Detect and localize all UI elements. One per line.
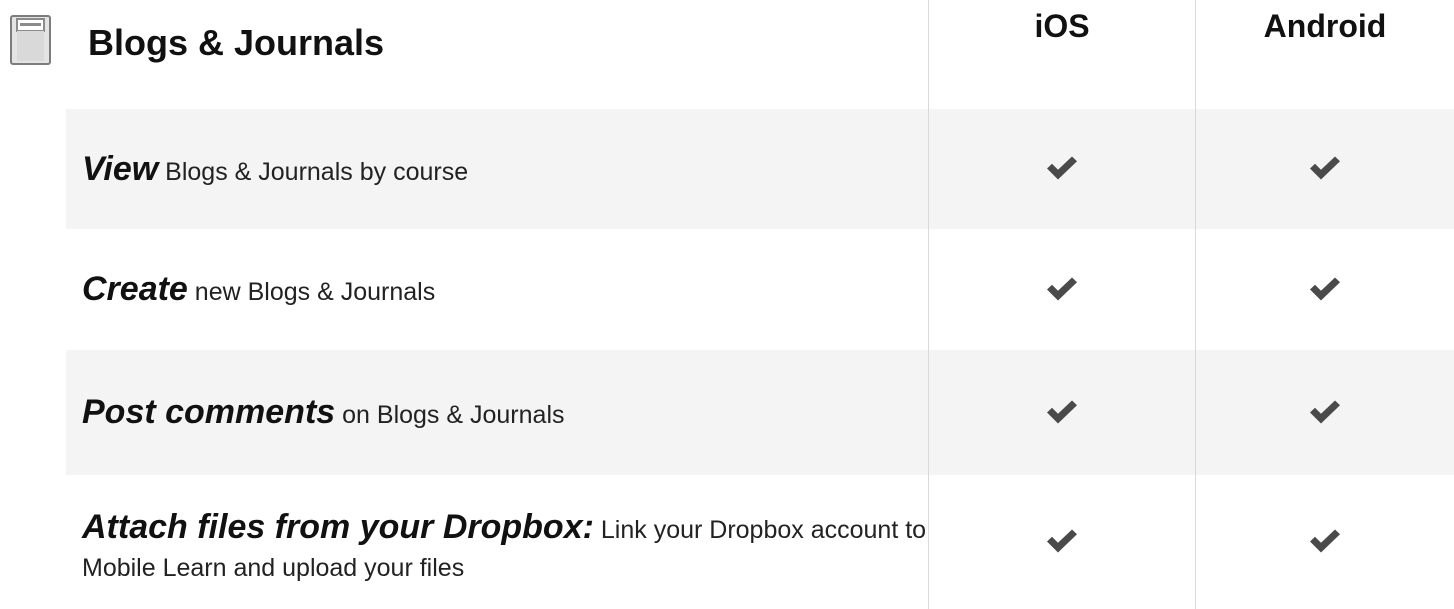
feature-description: new Blogs & Journals [194,278,436,307]
checkmark-icon [1310,156,1340,180]
android-support-cell [1196,350,1454,475]
feature-description: Blogs & Journals by course [165,157,469,186]
checkmark-icon [1310,400,1340,423]
android-support-cell [1196,229,1454,350]
page-title: Blogs & Journals [88,22,385,63]
checkmark-icon [1047,529,1077,553]
ios-support-cell [929,475,1195,609]
feature-cell: View Blogs & Journals by course [82,109,928,229]
feature-action: View [82,149,159,188]
checkmark-icon [1047,400,1077,423]
table-row: View Blogs & Journals by course [66,109,1454,229]
ios-support-cell [929,229,1195,350]
ios-support-cell [929,109,1195,229]
notebook-icon [9,15,52,65]
table-row: Post comments on Blogs & Journals [66,350,1454,475]
feature-text: View Blogs & Journals by course [82,145,468,193]
checkmark-icon [1047,156,1077,180]
feature-description: on Blogs & Journals [342,401,565,430]
feature-action: Post comments [82,393,336,432]
android-column-divider [1195,0,1196,609]
table-row: Attach files from your Dropbox: Link you… [66,475,1454,609]
feature-text: Create new Blogs & Journals [82,265,435,313]
feature-support-page: Blogs & Journals iOS Android View Blogs … [0,0,1454,609]
table-row: Create new Blogs & Journals [66,229,1454,350]
feature-text: Post comments on Blogs & Journals [82,388,565,436]
android-support-cell [1196,475,1454,609]
checkmark-icon [1310,277,1340,300]
android-column-header: Android [1263,7,1387,44]
ios-support-cell [929,350,1195,475]
feature-action: Attach files from your Dropbox: [82,508,594,546]
android-support-cell [1196,109,1454,229]
ios-column-divider [928,0,929,609]
feature-cell: Create new Blogs & Journals [82,229,928,350]
ios-column-header: iOS [1034,7,1090,44]
feature-cell: Post comments on Blogs & Journals [82,350,928,475]
feature-text: Attach files from your Dropbox: Link you… [82,503,928,587]
feature-action: Create [82,270,188,309]
checkmark-icon [1310,529,1340,553]
feature-cell: Attach files from your Dropbox: Link you… [82,475,928,609]
checkmark-icon [1047,277,1077,300]
